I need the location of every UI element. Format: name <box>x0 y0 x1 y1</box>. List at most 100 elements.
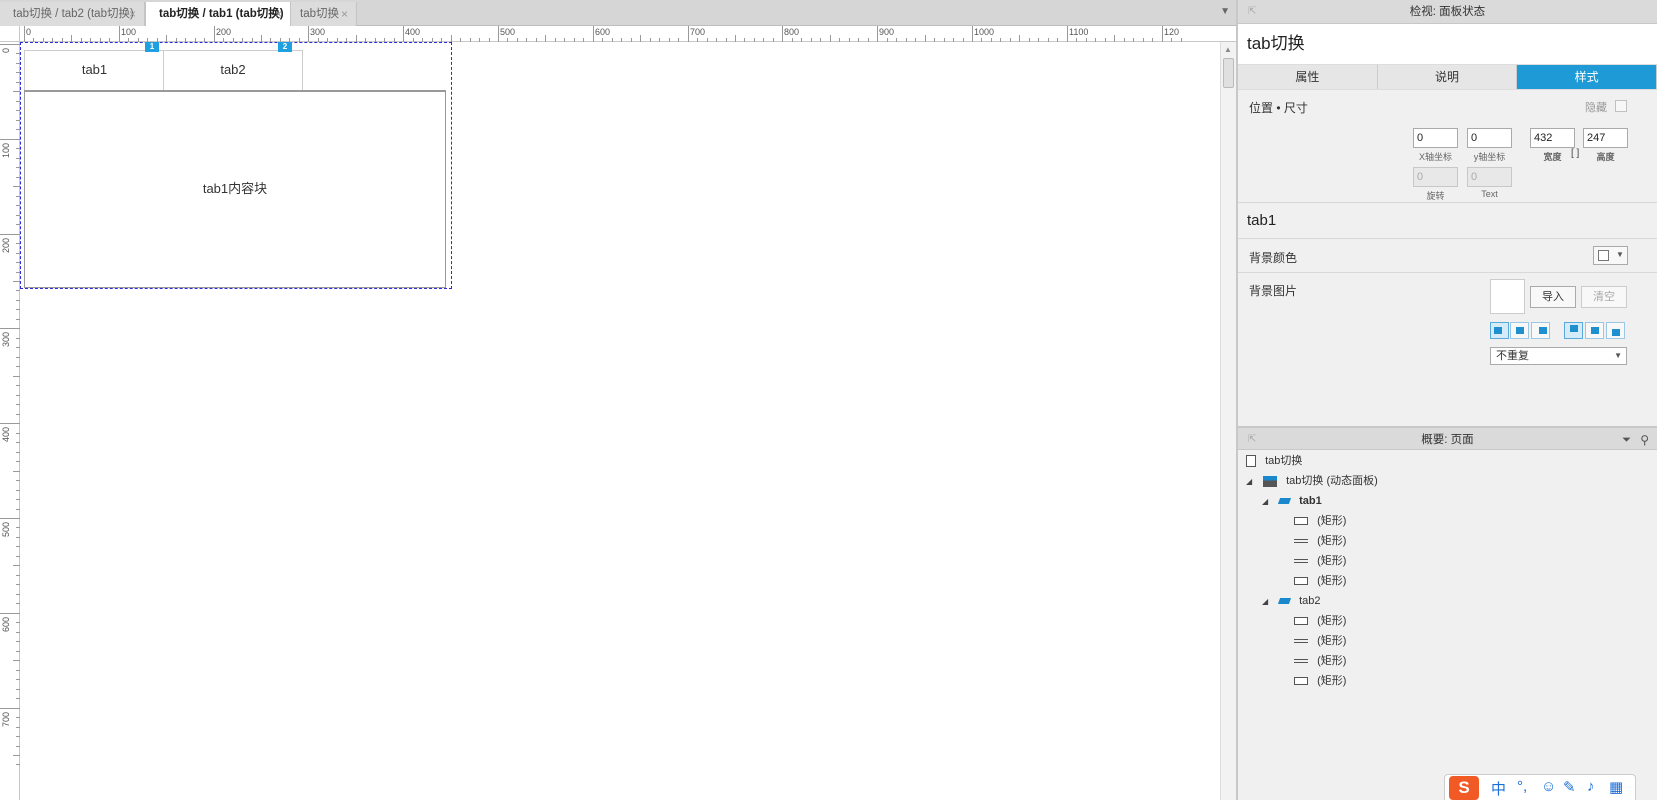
clear-button[interactable]: 清空 <box>1581 286 1627 308</box>
ruler-label: 800 <box>784 27 799 37</box>
tab2-rectangle[interactable]: tab2 <box>163 50 303 90</box>
align-middle-icon[interactable] <box>1585 322 1604 339</box>
y-label: y轴坐标 <box>1473 152 1506 162</box>
ruler-label: 100 <box>121 27 136 37</box>
ruler-label: 100 <box>1 143 11 158</box>
rectangle-icon <box>1294 617 1308 626</box>
ime-punct-toggle[interactable]: °, <box>1517 778 1527 795</box>
line-icon <box>1294 559 1308 564</box>
outline-header: ⇱ 概要: 页面 ⏷ ⚲ <box>1238 426 1657 450</box>
tab1-content-block[interactable]: tab1内容块 <box>24 90 446 288</box>
sogou-logo-icon[interactable]: S <box>1449 776 1479 800</box>
bg-color-section: 背景颜色 ▼ <box>1238 239 1657 273</box>
height-label: 高度 <box>1596 152 1615 162</box>
tab-notes[interactable]: 说明 <box>1377 65 1518 89</box>
width-input[interactable]: 432 <box>1530 128 1575 148</box>
vertical-scrollbar[interactable]: ▲ <box>1220 42 1236 800</box>
ruler-label: 700 <box>1 712 11 727</box>
align-center-icon[interactable] <box>1510 322 1529 339</box>
filter-icon[interactable]: ⏷ <box>1622 428 1631 452</box>
tab1-rectangle[interactable]: tab1 <box>24 50 164 90</box>
page-icon <box>1246 455 1256 468</box>
lock-ratio-icon[interactable]: [ ] <box>1571 148 1579 159</box>
y-input[interactable]: 0 <box>1467 128 1512 148</box>
x-label: X轴坐标 <box>1418 152 1452 162</box>
bg-image-preview[interactable] <box>1490 279 1525 314</box>
rectangle-icon <box>1294 517 1308 526</box>
repeat-select-value: 不重复 <box>1496 350 1529 362</box>
align-left-icon[interactable] <box>1490 322 1509 339</box>
outline-item-rect[interactable]: (矩形) <box>1294 571 1346 591</box>
outline-item-rect[interactable]: (矩形) <box>1294 671 1346 691</box>
tab-style[interactable]: 样式 <box>1517 65 1657 89</box>
height-input[interactable]: 247 <box>1583 128 1628 148</box>
rotation-input[interactable]: 0 <box>1413 167 1458 187</box>
dynamic-panel-selection[interactable]: tab1 tab2 tab1内容块 <box>20 42 452 289</box>
pin-icon[interactable]: ⇱ <box>1248 428 1256 452</box>
doc-tab-label: tab切换 <box>300 8 339 20</box>
hide-label: 隐藏 <box>1585 102 1607 114</box>
hide-checkbox[interactable] <box>1615 100 1627 112</box>
close-icon[interactable]: × <box>341 2 348 26</box>
inspector-tabs: 属性 说明 样式 <box>1238 64 1657 90</box>
toolbox-grid-icon[interactable]: ▦ <box>1609 778 1623 796</box>
inspector-header: ⇱ 检视: 面板状态 <box>1238 0 1657 24</box>
align-right-icon[interactable] <box>1531 322 1550 339</box>
outline-item-label: (矩形) <box>1317 555 1347 567</box>
x-input[interactable]: 0 <box>1413 128 1458 148</box>
ruler-label: 300 <box>310 27 325 37</box>
outline-item-rect[interactable]: (矩形) <box>1294 611 1346 631</box>
outline-item-rect[interactable]: (矩形) <box>1294 651 1346 671</box>
align-top-icon[interactable] <box>1564 322 1583 339</box>
outline-item-rect[interactable]: (矩形) <box>1294 511 1346 531</box>
chevron-down-icon[interactable]: ▼ <box>1220 6 1230 17</box>
design-canvas[interactable]: tab1 tab2 tab1内容块 1 2 <box>20 42 1220 800</box>
outline-item-page[interactable]: tab切换 <box>1246 451 1302 471</box>
scroll-up-icon[interactable]: ▲ <box>1224 45 1232 54</box>
bg-color-picker[interactable]: ▼ <box>1593 246 1628 265</box>
outline-item-rect[interactable]: (矩形) <box>1294 551 1346 571</box>
outline-item-dynamic-panel[interactable]: ◢ tab切换 (动态面板) <box>1246 471 1378 491</box>
collapse-triangle-icon[interactable]: ◢ <box>1262 492 1276 512</box>
ime-mode-toggle[interactable]: 中 <box>1491 778 1506 799</box>
microphone-icon[interactable]: ♪ <box>1587 778 1595 795</box>
outline-item-label: tab切换 <box>1265 455 1303 467</box>
repeat-select[interactable]: 不重复 ▼ <box>1490 347 1627 365</box>
skin-pen-icon[interactable]: ✎ <box>1563 778 1576 796</box>
doc-tab-tab2[interactable]: tab切换 / tab2 (tab切换) × <box>0 2 145 26</box>
ruler-corner <box>0 26 20 42</box>
chevron-down-icon: ▼ <box>1616 250 1624 259</box>
ruler-label: 300 <box>1 332 11 347</box>
ruler-label: 600 <box>595 27 610 37</box>
text-rotation-input[interactable]: 0 <box>1467 167 1512 187</box>
search-icon[interactable]: ⚲ <box>1640 428 1649 452</box>
ruler-label: 0 <box>1 48 11 53</box>
doc-tab-page[interactable]: tab切换 × <box>291 2 357 26</box>
import-button[interactable]: 导入 <box>1530 286 1576 308</box>
ruler-label: 400 <box>1 427 11 442</box>
rectangle-icon <box>1294 577 1308 586</box>
outline-item-tab2[interactable]: ◢ tab2 <box>1262 591 1321 611</box>
tab-properties[interactable]: 属性 <box>1238 65 1378 89</box>
pin-icon[interactable]: ⇱ <box>1248 0 1256 24</box>
scrollbar-thumb[interactable] <box>1223 58 1234 88</box>
outline-item-label: tab1 <box>1299 495 1322 507</box>
bg-image-section: 背景图片 导入 清空 不重复 ▼ <box>1238 273 1657 427</box>
rectangle-icon <box>1294 677 1308 686</box>
close-icon[interactable]: × <box>275 2 282 26</box>
outline-item-rect[interactable]: (矩形) <box>1294 631 1346 651</box>
dynamic-panel-icon <box>1263 475 1278 487</box>
ruler-label: 700 <box>690 27 705 37</box>
bg-color-label: 背景颜色 <box>1249 251 1298 265</box>
outline-item-rect[interactable]: (矩形) <box>1294 531 1346 551</box>
doc-tab-tab1[interactable]: tab切换 / tab1 (tab切换) × <box>145 2 291 27</box>
outline-item-tab1[interactable]: ◢ tab1 <box>1262 491 1322 511</box>
collapse-triangle-icon[interactable]: ◢ <box>1262 592 1276 612</box>
outline-item-label: tab切换 (动态面板) <box>1286 475 1378 487</box>
close-icon[interactable]: × <box>129 2 136 26</box>
ruler-label: 500 <box>1 522 11 537</box>
emoji-icon[interactable]: ☺ <box>1541 778 1556 795</box>
vertical-ruler-ticks: 0 100 200 300 400 500 600 700 <box>0 44 20 765</box>
collapse-triangle-icon[interactable]: ◢ <box>1246 472 1260 492</box>
align-bottom-icon[interactable] <box>1606 322 1625 339</box>
